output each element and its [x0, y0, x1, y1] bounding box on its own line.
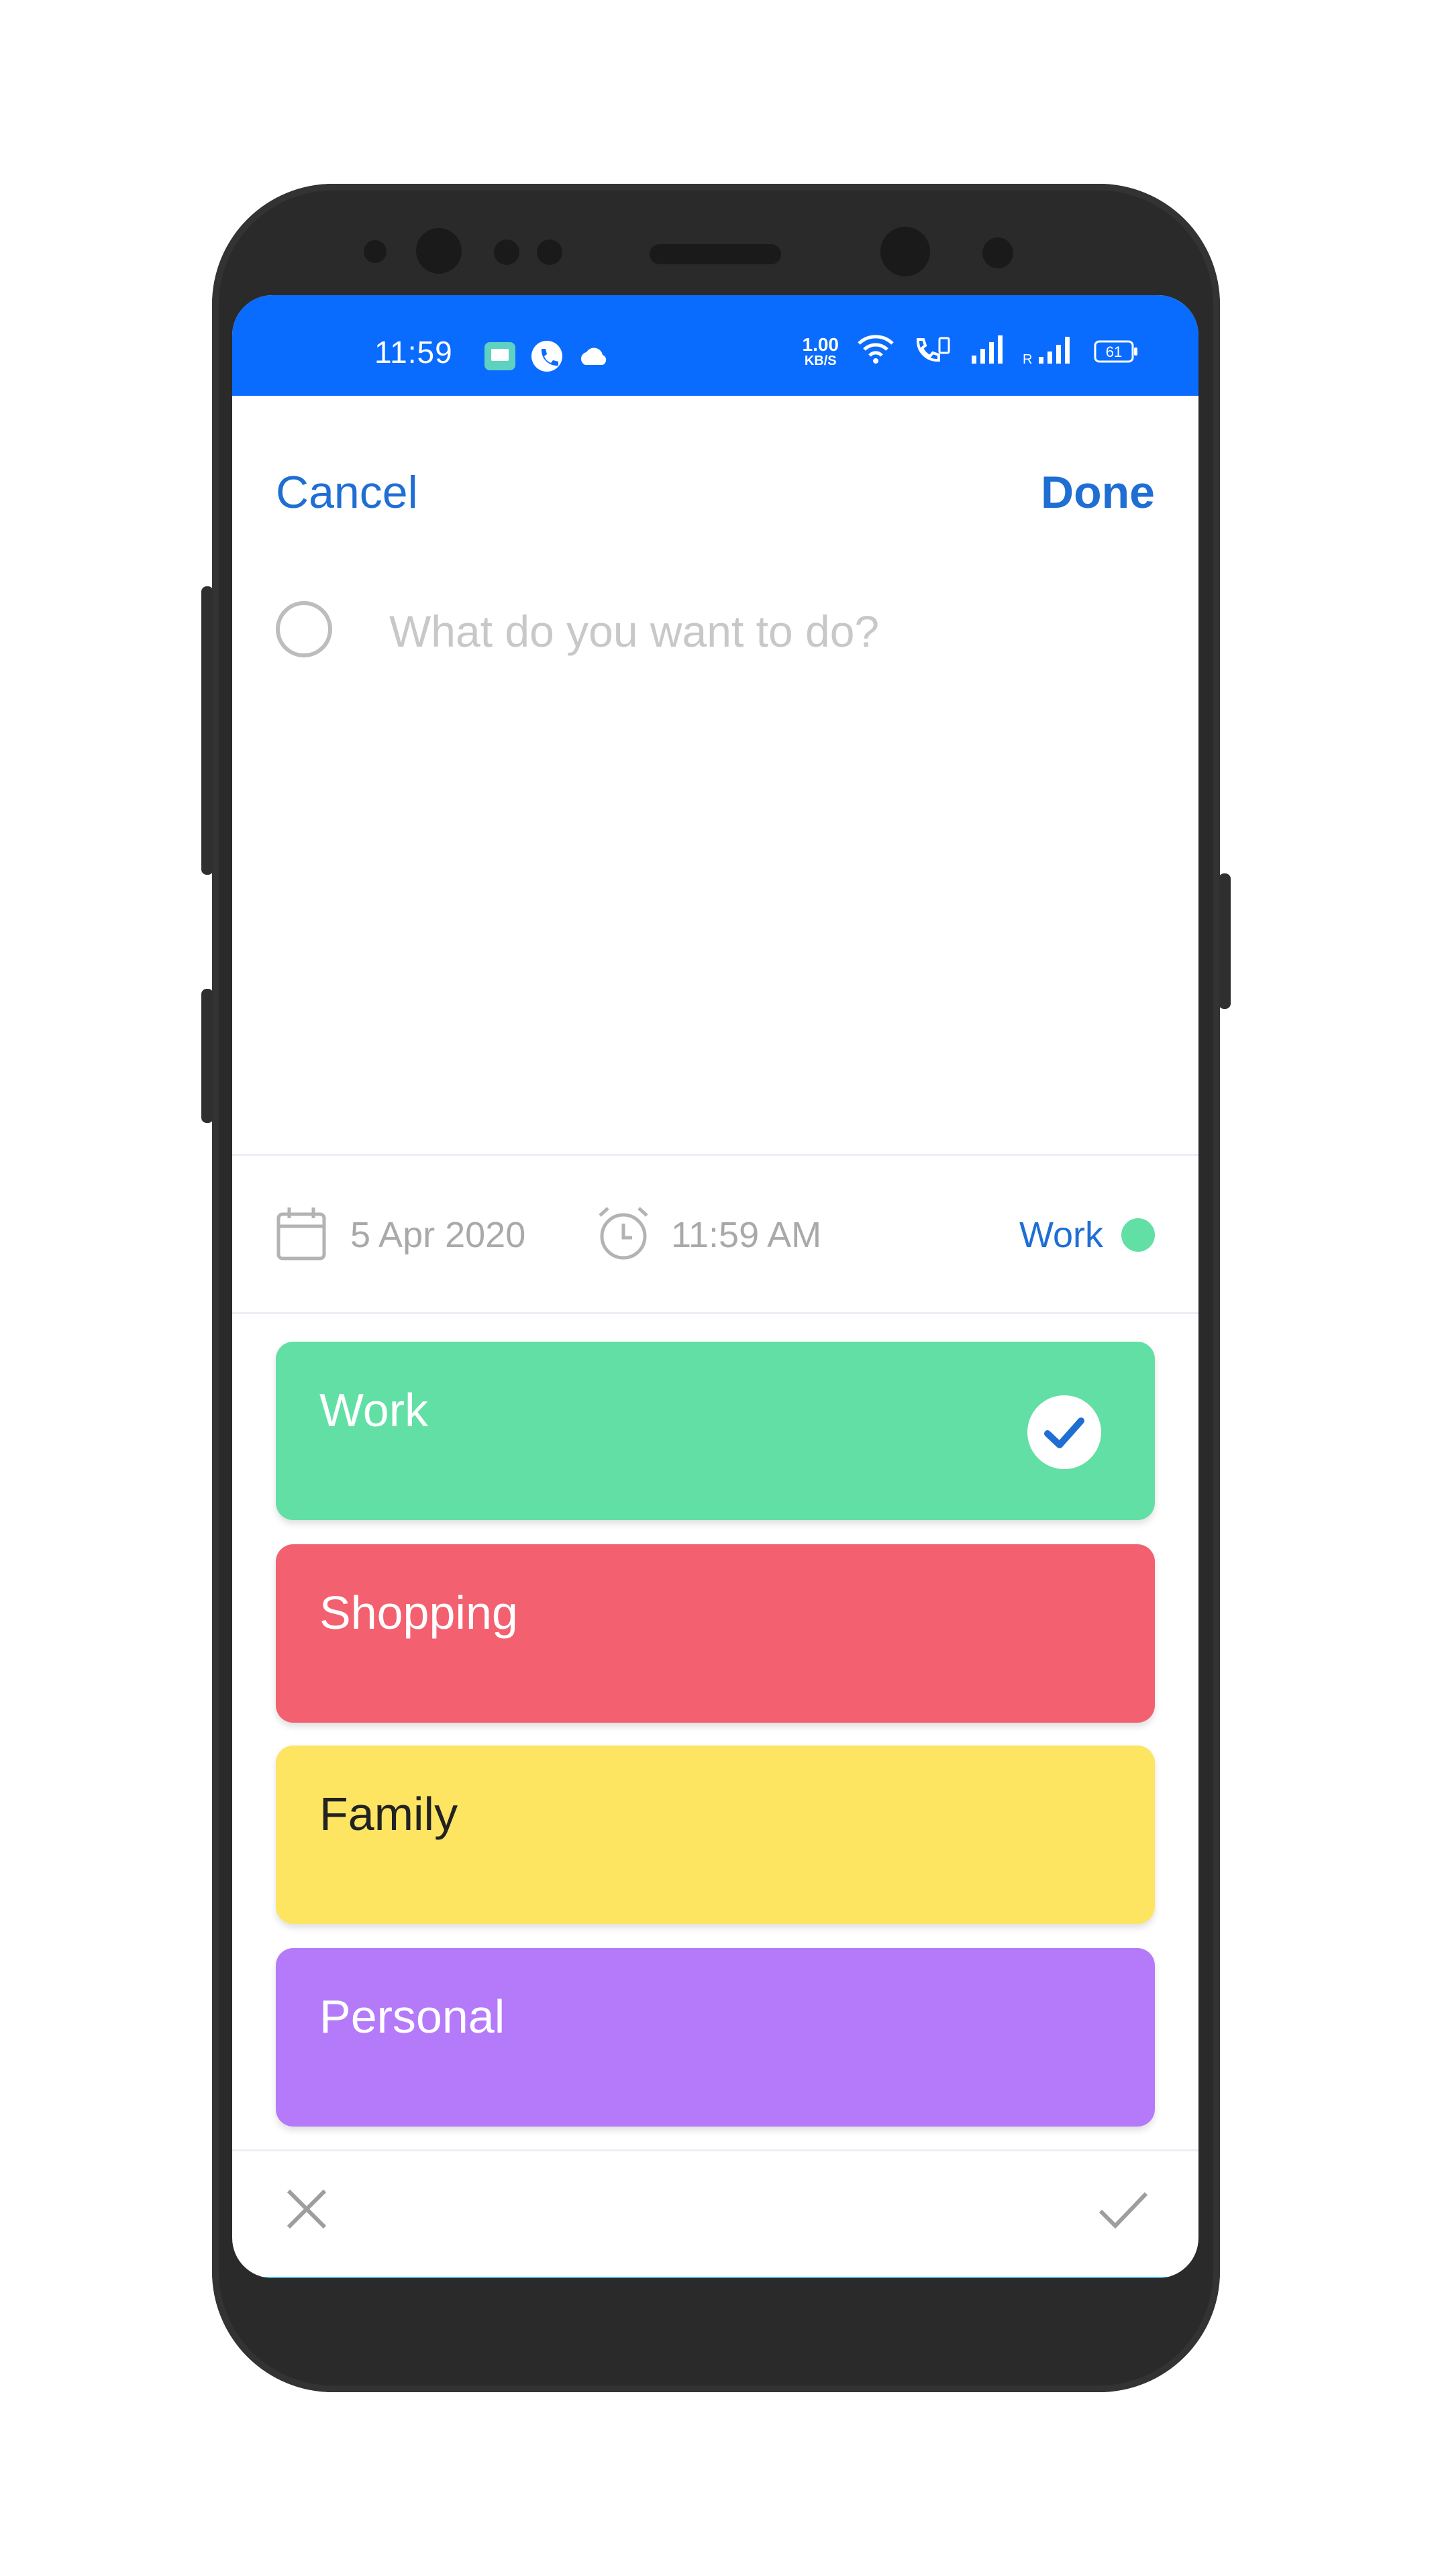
- status-time: 11:59: [374, 335, 453, 370]
- sensor-dot: [364, 240, 387, 263]
- task-input[interactable]: [389, 601, 1154, 661]
- category-label: Personal: [319, 1990, 505, 2043]
- checkmark-icon[interactable]: [1096, 2186, 1150, 2236]
- app-screen: 11:59 1.00 KB/S R 61 Cancel Done What do…: [232, 295, 1198, 2278]
- divider: [232, 1154, 1198, 1156]
- category-card-family[interactable]: Family: [276, 1746, 1155, 1924]
- task-time[interactable]: 11:59 AM: [671, 1217, 821, 1253]
- wifi-icon: [856, 334, 895, 368]
- wifi-calling-icon: [913, 334, 952, 368]
- front-camera: [416, 228, 462, 274]
- category-card-shopping[interactable]: Shopping: [276, 1544, 1155, 1723]
- category-label: Work: [319, 1384, 429, 1436]
- network-speed: 1.00 KB/S: [803, 335, 839, 368]
- sensor-dot: [537, 239, 562, 265]
- status-bar: 11:59 1.00 KB/S R 61: [232, 295, 1198, 396]
- phone-icon: [530, 339, 564, 376]
- system-status-icons: 1.00 KB/S R 61: [803, 334, 1139, 368]
- selected-check-icon: [1027, 1395, 1101, 1469]
- volume-up-button: [201, 586, 213, 875]
- category-card-personal[interactable]: Personal: [276, 1948, 1155, 2127]
- earpiece-speaker: [650, 244, 781, 264]
- bottom-accent-line: [232, 2277, 1198, 2278]
- notification-icons: [483, 339, 611, 376]
- calendar-icon[interactable]: [276, 1206, 327, 1265]
- roaming-signal-icon: R: [1023, 334, 1076, 368]
- sensor-dot: [494, 239, 519, 265]
- category-label: Shopping: [319, 1587, 518, 1639]
- battery-level: 61: [1105, 343, 1123, 360]
- cancel-button[interactable]: Cancel: [276, 470, 418, 515]
- network-speed-unit: KB/S: [804, 353, 837, 368]
- category-label: Family: [319, 1788, 458, 1840]
- signal-icon: [969, 334, 1005, 368]
- message-icon: [483, 341, 517, 375]
- close-icon[interactable]: [283, 2186, 330, 2236]
- divider: [232, 2149, 1198, 2151]
- front-camera: [880, 227, 930, 276]
- network-speed-value: 1.00: [802, 333, 839, 355]
- category-color-dot: [1121, 1218, 1155, 1252]
- task-complete-checkbox[interactable]: [276, 601, 332, 657]
- done-button[interactable]: Done: [1041, 470, 1155, 515]
- power-button: [1219, 873, 1231, 1009]
- divider: [232, 1312, 1198, 1314]
- svg-text:R: R: [1023, 352, 1032, 365]
- alarm-clock-icon[interactable]: [595, 1205, 652, 1266]
- cloud-icon: [577, 345, 611, 371]
- sensor-dot: [982, 237, 1013, 268]
- category-card-work[interactable]: Work: [276, 1342, 1155, 1520]
- task-date[interactable]: 5 Apr 2020: [350, 1217, 525, 1253]
- volume-down-button: [201, 989, 213, 1123]
- battery-icon: 61: [1094, 340, 1138, 363]
- selected-category-label[interactable]: Work: [1019, 1217, 1103, 1253]
